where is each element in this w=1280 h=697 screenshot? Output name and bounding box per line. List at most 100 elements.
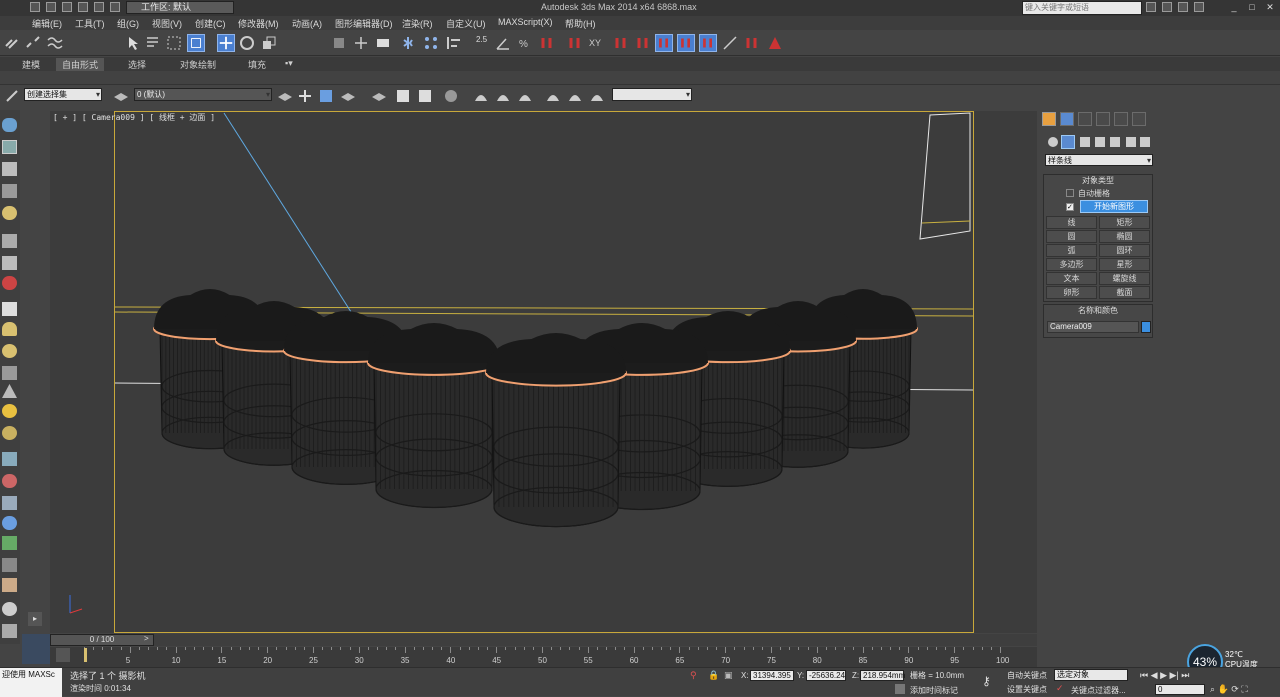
expand-arrow-icon[interactable]: ▸ (28, 612, 42, 626)
menu-customize[interactable]: 自定义(U) (446, 17, 486, 30)
set-key-button[interactable]: 设置关键点 (1007, 684, 1047, 695)
light-icon[interactable] (2, 206, 17, 220)
ngon-button[interactable]: 多边形 (1046, 258, 1097, 271)
vertex-snap-icon[interactable] (655, 34, 673, 52)
unlink-icon[interactable] (24, 34, 42, 52)
maximize-button[interactable]: □ (1246, 2, 1258, 13)
render-setup-icon[interactable] (766, 34, 784, 52)
select-in-layer-icon[interactable] (317, 87, 335, 105)
menu-create[interactable]: 创建(C) (195, 17, 226, 30)
new-file-icon[interactable] (30, 2, 40, 12)
go-to-start-icon[interactable]: ⏮ (1140, 670, 1148, 680)
select-and-scale-icon[interactable] (260, 34, 278, 52)
search-input[interactable]: 键入关键字或短语 (1022, 1, 1142, 15)
face-snap-icon[interactable] (699, 34, 717, 52)
perpendicular-snap-icon[interactable] (743, 34, 761, 52)
playback-controls[interactable]: ⏮ ◀ ▶ ▶| ⏭ (1140, 670, 1280, 682)
document-icon[interactable] (2, 162, 17, 176)
cameras-icon[interactable] (1095, 137, 1105, 147)
helix-button[interactable]: 螺旋线 (1099, 272, 1150, 285)
helpers-cat-icon[interactable] (1110, 137, 1120, 147)
grid-icon[interactable] (2, 184, 17, 198)
section-button[interactable]: 截面 (1099, 286, 1150, 299)
ribbon-options-icon[interactable]: ▪▾ (285, 58, 293, 69)
line-button[interactable]: 线 (1046, 216, 1097, 229)
pan-icon[interactable]: ✋ (1218, 684, 1229, 694)
menu-modifiers[interactable]: 修改器(M) (238, 17, 279, 30)
grid-snap-icon[interactable] (612, 34, 630, 52)
scatter-icon[interactable] (2, 452, 17, 466)
viewport-icon[interactable] (2, 140, 17, 154)
time-slider[interactable]: 0 / 100 (50, 634, 154, 646)
redo-icon[interactable] (94, 2, 104, 12)
modify-tab-icon[interactable] (1060, 112, 1074, 126)
ellipse-button[interactable]: 椭圆 (1099, 230, 1150, 243)
key-icon[interactable]: ⚷ (982, 674, 1000, 688)
auto-key-button[interactable]: 自动关键点 (1007, 670, 1047, 681)
orbit-icon[interactable]: ⟳ (1231, 684, 1239, 694)
menu-rendering[interactable]: 渲染(R) (402, 17, 433, 30)
favorites-icon[interactable] (1178, 2, 1188, 12)
communication-icon[interactable] (1162, 2, 1172, 12)
viewport-label[interactable]: [ + ] [ Camera009 ] [ 线框 + 边面 ] (53, 112, 215, 123)
render-production-icon[interactable] (516, 87, 534, 105)
tab-populate[interactable]: 填充 (248, 58, 266, 71)
undo-icon[interactable] (78, 2, 88, 12)
box-icon[interactable] (2, 302, 17, 316)
edge-snap-icon[interactable] (677, 34, 695, 52)
record-icon[interactable] (2, 276, 17, 290)
sphere-icon[interactable] (2, 344, 17, 358)
x-coordinate-field[interactable]: 31394.395 (750, 670, 794, 681)
motion-tab-icon[interactable] (1096, 112, 1110, 126)
teapot-b-icon[interactable] (566, 87, 584, 105)
menu-maxscript[interactable]: MAXScript(X) (498, 17, 553, 27)
cone-icon[interactable] (2, 384, 17, 398)
particles-icon[interactable] (2, 474, 17, 488)
xy-constraint-icon[interactable]: XY (588, 34, 606, 52)
select-object-icon[interactable] (125, 34, 143, 52)
align-icon[interactable] (445, 34, 463, 52)
hierarchy-tab-icon[interactable] (1078, 112, 1092, 126)
foliage-icon[interactable] (2, 536, 17, 550)
create-layer-icon[interactable] (296, 87, 314, 105)
play-icon[interactable]: ▶ (1160, 670, 1167, 680)
text-button[interactable]: 文本 (1046, 272, 1097, 285)
snap-toggle-icon[interactable] (566, 34, 584, 52)
select-and-move-icon[interactable] (217, 34, 235, 52)
z-coordinate-field[interactable]: 218.954mm (860, 670, 905, 681)
egg-button[interactable]: 卵形 (1046, 286, 1097, 299)
named-selection-dropdown[interactable]: 创建选择集 (24, 88, 102, 101)
maxscript-listener[interactable]: 迎使用 MAXSc (0, 668, 62, 697)
systems-icon[interactable] (1140, 137, 1150, 147)
minimize-button[interactable]: _ (1228, 2, 1240, 13)
category-dropdown[interactable]: 样条线 (1045, 154, 1153, 166)
helpers-icon[interactable] (2, 256, 17, 270)
spinner-snap-icon[interactable] (538, 34, 556, 52)
key-filters-button[interactable]: 关键点过滤器... (1071, 685, 1126, 696)
start-new-shape-checkbox[interactable]: ✓ (1066, 203, 1074, 211)
tab-modeling[interactable]: 建模 (22, 58, 40, 71)
globe-icon[interactable] (2, 516, 17, 530)
current-frame-field[interactable]: 0 (1155, 684, 1205, 695)
curve-editor-icon[interactable] (394, 87, 412, 105)
menu-animation[interactable]: 动画(A) (292, 17, 322, 30)
spacewarps-icon[interactable] (1126, 137, 1136, 147)
render-setup-dialog-icon[interactable] (472, 87, 490, 105)
compound-icon[interactable] (2, 496, 17, 510)
torus-icon[interactable] (2, 426, 17, 440)
key-mode-dropdown[interactable]: 选定对象 (1054, 669, 1128, 681)
previous-frame-icon[interactable]: ◀ (1151, 670, 1158, 680)
hair-icon[interactable] (2, 558, 17, 572)
go-to-end-icon[interactable]: ⏭ (1181, 670, 1189, 680)
layer-dropdown[interactable]: 0 (默认) (134, 88, 272, 101)
ball-icon[interactable] (2, 602, 17, 616)
pivot-center-icon[interactable] (330, 34, 348, 52)
tab-selection[interactable]: 选择 (128, 58, 146, 71)
mirror-icon[interactable] (400, 34, 418, 52)
create-tab-icon[interactable] (1042, 112, 1056, 126)
preset-dropdown[interactable] (612, 88, 692, 101)
workspace-dropdown[interactable]: 工作区: 默认 (126, 1, 234, 14)
window-crossing-icon[interactable] (187, 34, 205, 52)
open-file-icon[interactable] (46, 2, 56, 12)
autogrid-checkbox[interactable] (1066, 189, 1074, 197)
